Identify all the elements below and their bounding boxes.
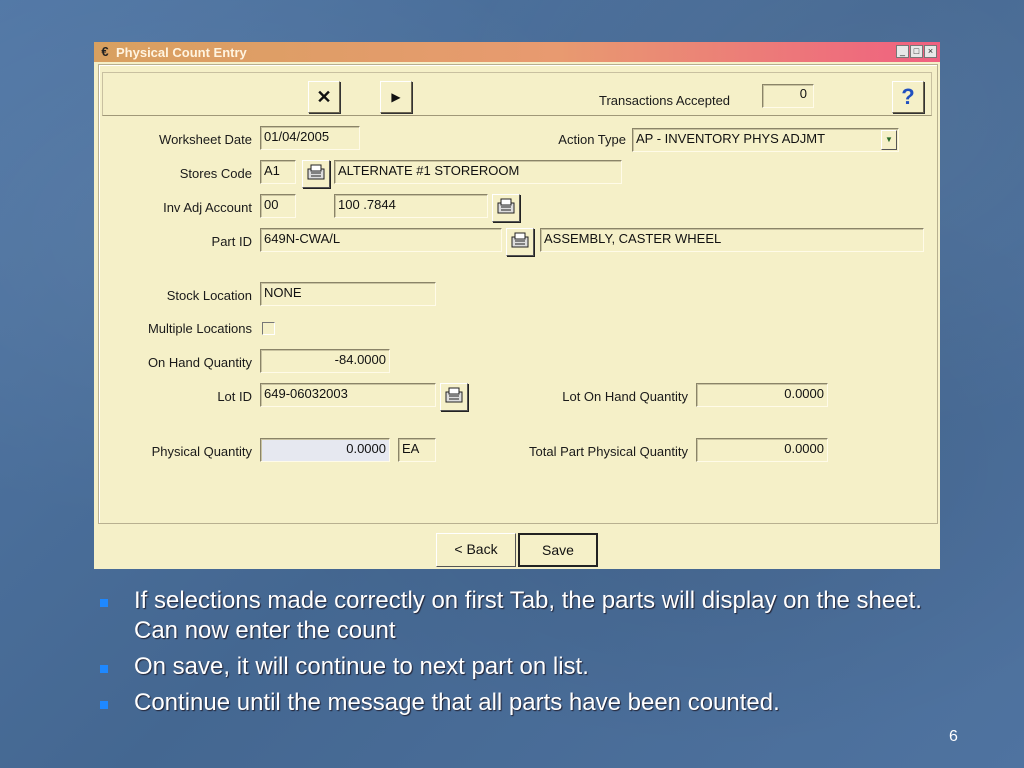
- total-physical-quantity-field: 0.0000: [696, 438, 828, 462]
- minimize-button[interactable]: _: [896, 45, 909, 58]
- unit-of-measure-field: EA: [398, 438, 436, 462]
- play-icon: ▶: [391, 90, 401, 104]
- title-bar: € Physical Count Entry _ □ ×: [94, 42, 940, 62]
- part-lookup-button[interactable]: [506, 228, 534, 256]
- next-button[interactable]: ▶: [380, 81, 412, 113]
- lookup-icon: [510, 231, 530, 254]
- maximize-button[interactable]: □: [910, 45, 923, 58]
- stock-location-label: Stock Location: [166, 288, 252, 303]
- lot-on-hand-field: 0.0000: [696, 383, 828, 407]
- page-number: 6: [949, 728, 958, 745]
- save-button[interactable]: Save: [518, 533, 598, 567]
- part-id-field[interactable]: 649N-CWA/L: [260, 228, 502, 252]
- inv-adj-account-label: Inv Adj Account: [163, 200, 252, 215]
- inv-adj-account-field[interactable]: 100 .7844: [334, 194, 488, 218]
- part-id-label: Part ID: [211, 234, 252, 249]
- action-type-label: Action Type: [558, 132, 626, 147]
- physical-quantity-input[interactable]: 0.0000: [260, 438, 390, 462]
- lot-id-label: Lot ID: [217, 389, 252, 404]
- stores-lookup-button[interactable]: [302, 160, 330, 188]
- lookup-icon: [306, 163, 326, 186]
- physical-quantity-label: Physical Quantity: [151, 444, 252, 459]
- bullet-marker: [100, 599, 108, 607]
- chevron-down-icon[interactable]: ▼: [881, 130, 897, 150]
- on-hand-quantity-label: On Hand Quantity: [147, 355, 252, 370]
- help-button[interactable]: ?: [892, 81, 924, 113]
- bullet-item: If selections made correctly on first Ta…: [98, 586, 938, 646]
- part-description-field: ASSEMBLY, CASTER WHEEL: [540, 228, 924, 252]
- window-title: Physical Count Entry: [116, 45, 247, 60]
- transactions-accepted-label: Transactions Accepted: [599, 93, 731, 108]
- on-hand-quantity-field: -84.0000: [260, 349, 390, 373]
- bullet-text: Continue until the message that all part…: [134, 689, 780, 716]
- transactions-accepted-value: 0: [762, 84, 814, 108]
- lot-on-hand-label: Lot On Hand Quantity: [562, 389, 688, 404]
- stores-code-field[interactable]: A1: [260, 160, 296, 184]
- physical-count-window: € Physical Count Entry _ □ × ✕ ▶ Transac…: [94, 42, 940, 569]
- stores-description-field: ALTERNATE #1 STOREROOM: [334, 160, 622, 184]
- lot-lookup-button[interactable]: [440, 383, 468, 411]
- slide-bullets: If selections made correctly on first Ta…: [98, 586, 938, 724]
- bullet-marker: [100, 665, 108, 673]
- lot-id-field[interactable]: 649-06032003: [260, 383, 436, 407]
- bullet-item: On save, it will continue to next part o…: [98, 652, 938, 682]
- multiple-locations-checkbox[interactable]: [262, 322, 275, 335]
- action-type-value: AP - INVENTORY PHYS ADJMT: [636, 131, 826, 146]
- bullet-marker: [100, 701, 108, 709]
- multiple-locations-label: Multiple Locations: [147, 321, 252, 336]
- close-icon: ✕: [316, 86, 332, 107]
- lookup-icon: [444, 386, 464, 409]
- back-button[interactable]: < Back: [436, 533, 516, 567]
- account-lookup-button[interactable]: [492, 194, 520, 222]
- worksheet-date-label: Worksheet Date: [159, 132, 252, 147]
- bullet-item: Continue until the message that all part…: [98, 688, 938, 718]
- bullet-text: On save, it will continue to next part o…: [134, 653, 589, 680]
- total-physical-quantity-label: Total Part Physical Quantity: [529, 444, 688, 459]
- worksheet-date-field[interactable]: 01/04/2005: [260, 126, 360, 150]
- lookup-icon: [496, 197, 516, 220]
- action-type-select[interactable]: AP - INVENTORY PHYS ADJMT ▼: [632, 128, 899, 152]
- help-icon: ?: [901, 84, 915, 109]
- cancel-button[interactable]: ✕: [308, 81, 340, 113]
- close-window-button[interactable]: ×: [924, 45, 937, 58]
- stock-location-field[interactable]: NONE: [260, 282, 436, 306]
- app-icon: €: [101, 44, 109, 59]
- inv-adj-code-field[interactable]: 00: [260, 194, 296, 218]
- stores-code-label: Stores Code: [179, 166, 252, 181]
- bullet-text: If selections made correctly on first Ta…: [134, 587, 922, 644]
